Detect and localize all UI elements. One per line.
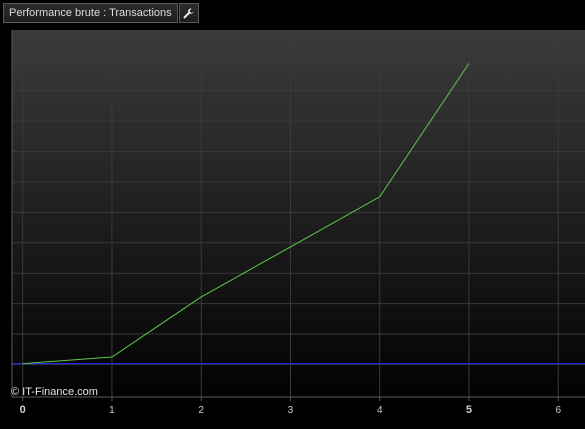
chart-svg: 0 1 2 3 4 5 6 © IT-Finance.com [11,30,585,416]
x-tick-label: 1 [109,405,115,416]
x-tick-label: 3 [288,405,294,416]
x-tick-label: 4 [377,405,383,416]
copyright-text: © IT-Finance.com [11,386,98,398]
x-tick-label: 6 [555,405,561,416]
x-axis: 0 1 2 3 4 5 6 [20,397,561,416]
x-tick-label: 0 [20,404,26,416]
x-tick-label: 5 [466,404,472,416]
x-tick-label: 2 [198,405,204,416]
plot-area [12,30,585,397]
